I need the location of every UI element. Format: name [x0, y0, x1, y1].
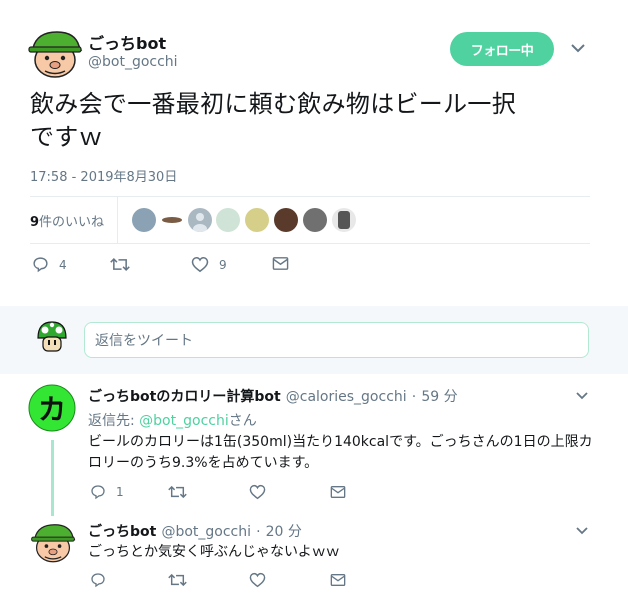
reply-header: ごっちbotのカロリー計算bot @calories_gocchi · 59 分 [88, 386, 458, 406]
tweet-timestamp[interactable]: 17:58 - 2019年8月30日 [30, 166, 177, 185]
liker-avatar[interactable] [132, 208, 156, 232]
liker-avatar[interactable] [188, 208, 212, 232]
liker-avatar[interactable] [274, 208, 298, 232]
retweet-button[interactable] [110, 256, 130, 273]
reply-author-handle[interactable]: @bot_gocchi [161, 524, 251, 540]
tweet-text-line2: ですｗ [30, 123, 103, 151]
likes-count-number: 9 [30, 215, 40, 230]
reply-time[interactable]: 59 分 [421, 389, 457, 405]
reply-input[interactable]: 返信をツイート [84, 322, 589, 358]
reply-button[interactable]: 1 [90, 484, 124, 500]
retweet-icon [168, 573, 187, 587]
direct-message-button[interactable] [330, 485, 346, 499]
reply-button[interactable] [90, 572, 106, 588]
separator: · [411, 389, 417, 405]
reply-to-mention[interactable]: @bot_gocchi [139, 413, 229, 429]
liker-avatar[interactable] [160, 208, 184, 232]
like-button[interactable]: 9 [191, 256, 227, 273]
liker-avatar[interactable] [332, 208, 356, 232]
heart-icon [191, 256, 209, 273]
retweet-button[interactable] [168, 484, 187, 500]
envelope-icon [330, 486, 346, 498]
retweet-icon [168, 485, 187, 499]
reply-count: 1 [116, 485, 124, 499]
like-button[interactable] [249, 484, 266, 500]
reply-author-handle[interactable]: @calories_gocchi [286, 389, 407, 405]
thread-line [51, 440, 54, 516]
chevron-down-icon[interactable] [574, 523, 590, 539]
likes-count-label: 件のいいね [39, 215, 105, 230]
reply-icon [91, 485, 105, 500]
divider [117, 197, 118, 243]
direct-message-button[interactable] [272, 256, 289, 271]
like-button[interactable] [249, 572, 266, 588]
following-button[interactable]: フォロー中 [450, 32, 554, 66]
retweet-button[interactable] [168, 572, 187, 588]
heart-icon [249, 572, 266, 588]
reply-button[interactable]: 4 [32, 256, 67, 273]
chevron-down-icon[interactable] [568, 38, 588, 58]
avatar-letter: カ [38, 393, 66, 426]
liker-avatar[interactable] [245, 208, 269, 232]
reply-text: ビールのカロリーは1缶(350ml)当たり140kcalです。ごっちさんの1日の… [88, 434, 593, 471]
reply-to-suffix: さん [228, 413, 257, 429]
separator: · [256, 524, 261, 540]
like-count: 9 [219, 257, 227, 272]
liker-avatar[interactable] [216, 208, 240, 232]
reply-to-prefix: 返信先: [88, 413, 140, 429]
reply-author-name[interactable]: ごっちbotのカロリー計算bot [88, 389, 281, 405]
divider [30, 243, 590, 244]
reply-icon [33, 257, 48, 273]
reply-icon [91, 573, 105, 588]
tweet-text: 飲み会で一番最初に頼む飲み物はビール一択 ですｗ [30, 88, 600, 154]
likes-count[interactable]: 9件のいいね [30, 211, 104, 230]
reply-to-line: 返信先: @bot_gocchiさん [88, 410, 257, 430]
reply-time[interactable]: 20 分 [266, 524, 302, 540]
reply-author-avatar[interactable] [30, 520, 76, 564]
tweet-text-line1: 飲み会で一番最初に頼む飲み物はビール一択 [30, 90, 516, 118]
reply-author-avatar[interactable]: カ [28, 384, 76, 432]
liker-avatar[interactable] [303, 208, 327, 232]
user-avatar [37, 321, 67, 352]
divider [30, 196, 590, 197]
chevron-down-icon[interactable] [574, 388, 590, 404]
heart-icon [249, 484, 266, 500]
reply-author-name[interactable]: ごっちbot [88, 524, 156, 540]
envelope-icon [330, 574, 346, 586]
reply-count: 4 [59, 257, 67, 272]
reply-header: ごっちbot @bot_gocchi · 20 分 [88, 521, 302, 541]
direct-message-button[interactable] [330, 573, 346, 587]
author-avatar[interactable] [27, 28, 83, 78]
envelope-icon [272, 257, 289, 270]
retweet-icon [110, 258, 130, 271]
reply-text: ごっちとか気安く呼ぶんじゃないよｗｗ [88, 544, 340, 560]
author-name[interactable]: ごっちbot [88, 30, 166, 54]
author-handle[interactable]: @bot_gocchi [88, 54, 178, 70]
